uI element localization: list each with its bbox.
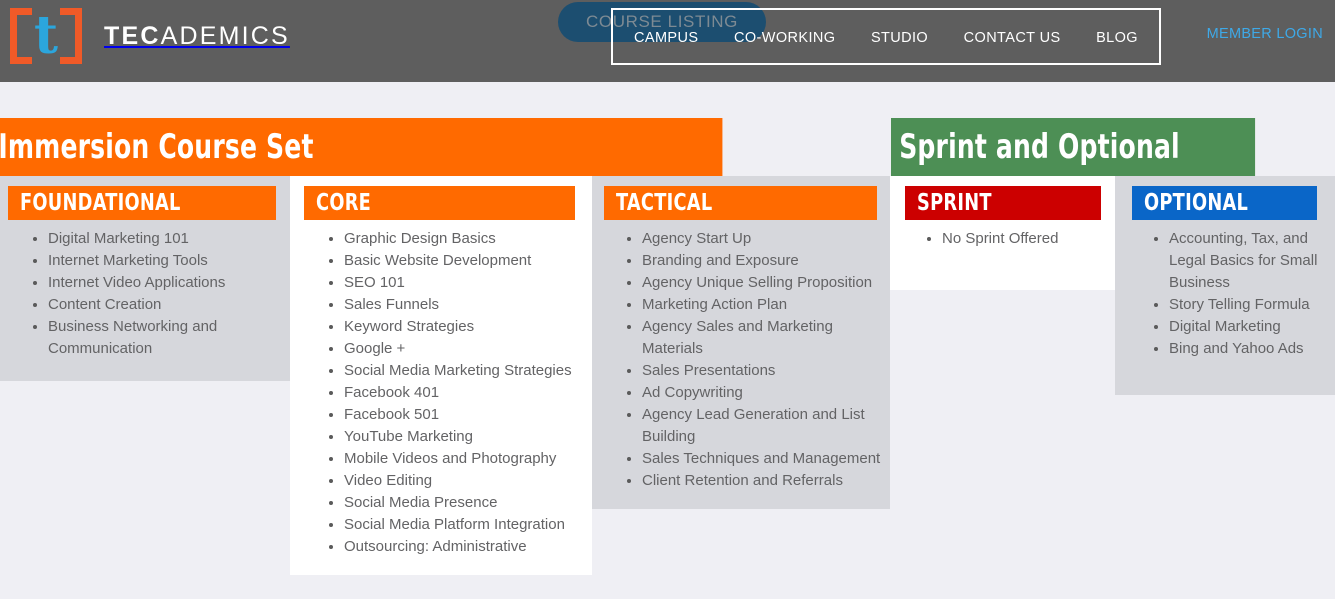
column-head-wrap-tactical: TACTICAL [592, 176, 890, 220]
list-item: Bing and Yahoo Ads [1169, 338, 1335, 360]
nav-link-studio[interactable]: STUDIO [871, 30, 928, 46]
site-logo[interactable]: t TECADEMICS [10, 8, 290, 64]
course-column-foundational: FOUNDATIONAL Digital Marketing 101 Inter… [0, 176, 290, 381]
banner-immersion-course-set: Immersion Course Set [0, 118, 723, 176]
nav-item-co-working[interactable]: CO-WORKING [734, 29, 835, 47]
course-column-core: CORE Graphic Design Basics Basic Website… [290, 176, 592, 575]
list-item: Sales Techniques and Management [642, 448, 890, 470]
brand-wordmark-light: ADEMICS [160, 21, 290, 50]
list-item: Content Creation [48, 294, 290, 316]
list-item: Outsourcing: Administrative [344, 536, 592, 558]
column-head-wrap-optional: OPTIONAL [1115, 176, 1335, 220]
list-item: Client Retention and Referrals [642, 470, 890, 492]
nav-link-contact-us[interactable]: CONTACT US [964, 30, 1061, 46]
nav-link-blog[interactable]: BLOG [1096, 30, 1138, 46]
list-item: Ad Copywriting [642, 382, 890, 404]
nav-link-co-working[interactable]: CO-WORKING [734, 30, 835, 46]
main-navigation: CAMPUS CO-WORKING STUDIO CONTACT US BLOG [611, 8, 1161, 65]
list-item: Agency Unique Selling Proposition [642, 272, 890, 294]
course-list-tactical: Agency Start Up Branding and Exposure Ag… [592, 228, 890, 492]
list-item: Sales Funnels [344, 294, 592, 316]
list-item: Story Telling Formula [1169, 294, 1335, 316]
column-heading-core: CORE [304, 186, 575, 220]
list-item: Branding and Exposure [642, 250, 890, 272]
nav-item-campus[interactable]: CAMPUS [634, 29, 698, 47]
logo-letter-t: t [33, 5, 59, 66]
nav-item-contact-us[interactable]: CONTACT US [964, 29, 1061, 47]
list-item: Facebook 401 [344, 382, 592, 404]
column-heading-optional-label: OPTIONAL [1144, 190, 1249, 216]
nav-link-campus[interactable]: CAMPUS [634, 30, 698, 46]
list-item: Graphic Design Basics [344, 228, 592, 250]
banner-immersion-title: Immersion Course Set [0, 127, 314, 167]
list-item: Digital Marketing [1169, 316, 1335, 338]
brand-wordmark-bold: TEC [104, 21, 161, 50]
course-list-optional: Accounting, Tax, and Legal Basics for Sm… [1115, 228, 1335, 360]
column-heading-sprint-label: SPRINT [917, 190, 992, 216]
column-heading-tactical-label: TACTICAL [616, 190, 713, 216]
banner-sprint-title: Sprint and Optional [899, 127, 1180, 167]
list-item: Agency Lead Generation and List Building [642, 404, 890, 448]
nav-item-studio[interactable]: STUDIO [871, 29, 928, 47]
list-item: Google + [344, 338, 592, 360]
member-login-link[interactable]: MEMBER LOGIN [1207, 26, 1323, 42]
column-heading-tactical: TACTICAL [604, 186, 877, 220]
list-item: Video Editing [344, 470, 592, 492]
list-item: Agency Sales and Marketing Materials [642, 316, 890, 360]
list-item: Agency Start Up [642, 228, 890, 250]
list-item: Social Media Platform Integration [344, 514, 592, 536]
list-item: Digital Marketing 101 [48, 228, 290, 250]
list-item: Keyword Strategies [344, 316, 592, 338]
list-item: Internet Marketing Tools [48, 250, 290, 272]
column-head-wrap-core: CORE [290, 176, 592, 220]
list-item: Sales Presentations [642, 360, 890, 382]
list-item: Social Media Marketing Strategies [344, 360, 592, 382]
course-columns: FOUNDATIONAL Digital Marketing 101 Inter… [0, 176, 1335, 589]
list-item: Facebook 501 [344, 404, 592, 426]
list-item: Basic Website Development [344, 250, 592, 272]
course-list-core: Graphic Design Basics Basic Website Deve… [290, 228, 592, 558]
list-item: Mobile Videos and Photography [344, 448, 592, 470]
site-header: t TECADEMICS COURSE LISTING CAMPUS CO-WO… [0, 0, 1335, 82]
list-item: Accounting, Tax, and Legal Basics for Sm… [1169, 228, 1335, 294]
list-item: Marketing Action Plan [642, 294, 890, 316]
course-list-foundational: Digital Marketing 101 Internet Marketing… [0, 228, 290, 360]
list-item: Social Media Presence [344, 492, 592, 514]
list-item: YouTube Marketing [344, 426, 592, 448]
brand-wordmark: TECADEMICS [104, 22, 290, 51]
banner-sprint-and-optional: Sprint and Optional [891, 118, 1256, 176]
column-heading-optional: OPTIONAL [1132, 186, 1317, 220]
bracket-left-icon [10, 8, 32, 64]
bracket-right-icon [60, 8, 82, 64]
column-head-wrap-foundational: FOUNDATIONAL [0, 176, 290, 220]
nav-list: CAMPUS CO-WORKING STUDIO CONTACT US BLOG [613, 29, 1159, 47]
list-item: Business Networking and Communication [48, 316, 290, 360]
column-heading-foundational-label: FOUNDATIONAL [20, 190, 181, 216]
column-heading-core-label: CORE [316, 190, 372, 216]
course-column-tactical: TACTICAL Agency Start Up Branding and Ex… [592, 176, 890, 509]
list-item: Internet Video Applications [48, 272, 290, 294]
column-heading-sprint: SPRINT [905, 186, 1101, 220]
course-list-sprint: No Sprint Offered [890, 228, 1115, 250]
column-head-wrap-sprint: SPRINT [890, 176, 1115, 220]
section-banner-row: Immersion Course Set Sprint and Optional [0, 118, 1335, 176]
course-column-sprint: SPRINT No Sprint Offered [890, 176, 1115, 290]
list-item: No Sprint Offered [942, 228, 1115, 250]
tecademics-logo-icon: t [10, 8, 82, 64]
column-heading-foundational: FOUNDATIONAL [8, 186, 276, 220]
course-column-optional: OPTIONAL Accounting, Tax, and Legal Basi… [1115, 176, 1335, 395]
list-item: SEO 101 [344, 272, 592, 294]
nav-item-blog[interactable]: BLOG [1096, 29, 1138, 47]
